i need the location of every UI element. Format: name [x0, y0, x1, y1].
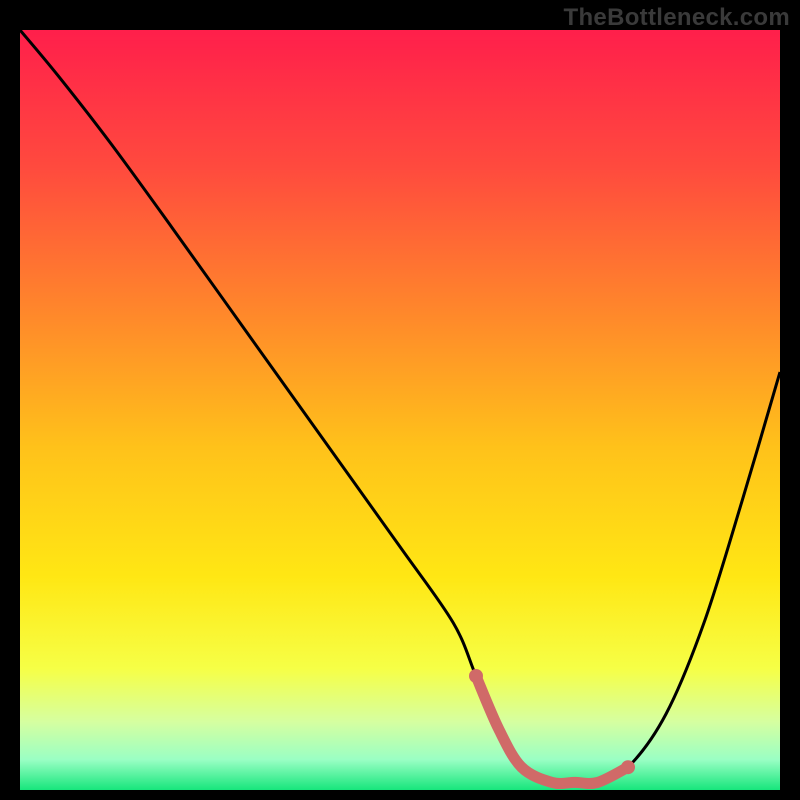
plot-frame [20, 30, 780, 790]
watermark-text: TheBottleneck.com [564, 4, 790, 32]
highlight-endpoint-right [621, 760, 635, 774]
optimal-region-highlight [476, 676, 628, 784]
bottleneck-curve [20, 30, 780, 784]
highlight-endpoint-left [469, 669, 483, 683]
chart-stage: TheBottleneck.com [0, 0, 800, 800]
curve-layer [20, 30, 780, 790]
